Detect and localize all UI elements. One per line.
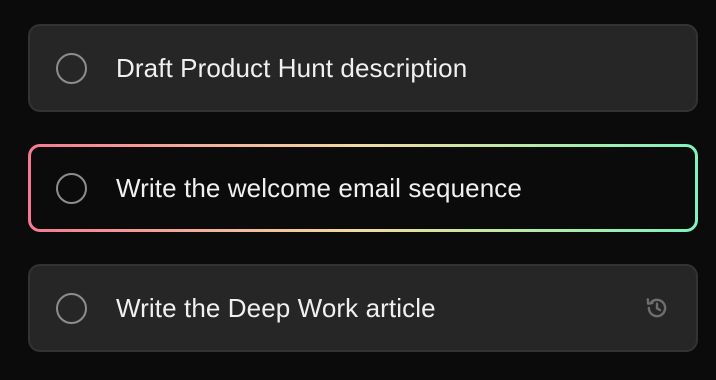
task-title: Draft Product Hunt description [116,52,468,83]
task-title: Write the Deep Work article [116,292,436,323]
task-row[interactable]: Write the Deep Work article [28,264,698,352]
task-checkbox[interactable] [56,52,87,84]
task-row[interactable]: Draft Product Hunt description [28,24,698,112]
task-row-focused[interactable]: Write the welcome email sequence [28,144,698,232]
task-title: Write the welcome email sequence [116,172,522,203]
task-checkbox[interactable] [56,172,87,204]
task-checkbox[interactable] [56,292,87,324]
history-icon[interactable] [644,295,670,321]
task-list: Draft Product Hunt description Write the… [28,24,698,352]
